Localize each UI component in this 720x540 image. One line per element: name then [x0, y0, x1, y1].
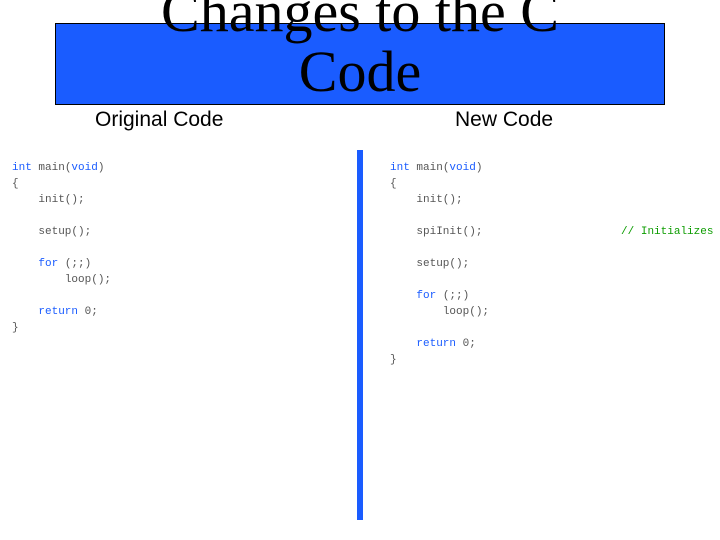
kw-int-r: int	[390, 162, 410, 174]
comment-init-spi: // Initializes spi	[621, 226, 720, 238]
column-heading-original: Original Code	[95, 108, 223, 132]
new-code-block: int main(void) { init(); spiInit(); // I…	[390, 160, 720, 368]
kw-int: int	[12, 162, 32, 174]
kw-for-r: for	[416, 290, 436, 302]
kw-void-r: void	[449, 162, 475, 174]
column-heading-new: New Code	[455, 108, 553, 132]
kw-for: for	[38, 258, 58, 270]
title-background-bar	[55, 23, 665, 105]
kw-void: void	[71, 162, 97, 174]
vertical-divider	[357, 150, 363, 520]
original-code-block: int main(void) { init(); setup(); for (;…	[12, 160, 111, 336]
kw-return-r: return	[416, 338, 456, 350]
kw-return: return	[38, 306, 78, 318]
